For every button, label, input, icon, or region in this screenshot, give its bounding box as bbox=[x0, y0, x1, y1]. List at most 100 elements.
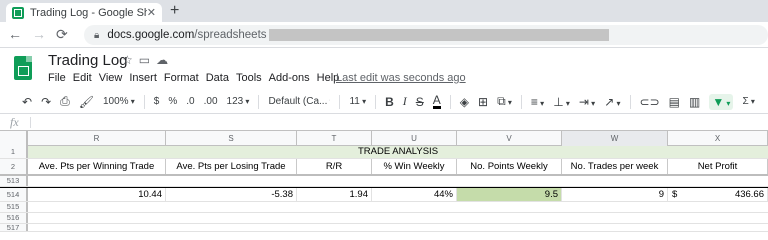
header-cell[interactable]: No. Points Weekly bbox=[457, 159, 562, 174]
divider bbox=[629, 94, 631, 109]
column-header-v[interactable]: V bbox=[457, 131, 562, 146]
column-header-u[interactable]: U bbox=[372, 131, 457, 146]
strikethrough-button[interactable]: S bbox=[416, 95, 424, 109]
cloud-status-icon[interactable]: ☁ bbox=[156, 53, 174, 67]
last-edit-link[interactable]: Last edit was seconds ago bbox=[336, 72, 466, 84]
header-cell[interactable]: R/R bbox=[297, 159, 372, 174]
font-size-select[interactable]: 11 bbox=[349, 96, 366, 107]
more-formats-select[interactable]: 123 bbox=[227, 96, 250, 107]
table-row: 1 TRADE ANALYSIS bbox=[0, 146, 768, 159]
sheets-favicon-icon bbox=[12, 6, 24, 19]
column-header-x[interactable]: X bbox=[668, 131, 768, 146]
menu-addons[interactable]: Add-ons bbox=[269, 72, 310, 84]
column-header-s[interactable]: S bbox=[166, 131, 297, 146]
insert-link-icon[interactable]: ⊂⊃ bbox=[640, 95, 660, 109]
increase-decimal-button[interactable]: .00 bbox=[204, 96, 218, 107]
sheets-logo-icon[interactable] bbox=[14, 56, 32, 80]
redo-icon[interactable]: ↷ bbox=[41, 95, 51, 109]
select-all-corner[interactable] bbox=[0, 131, 28, 146]
menu-edit[interactable]: Edit bbox=[73, 72, 92, 84]
zoom-select[interactable]: 100% bbox=[103, 96, 135, 107]
menu-insert[interactable]: Insert bbox=[129, 72, 157, 84]
undo-icon[interactable]: ↶ bbox=[22, 95, 32, 109]
document-title[interactable]: Trading Log bbox=[48, 52, 128, 69]
header-cell[interactable]: Net Profit bbox=[668, 159, 768, 174]
row-header[interactable]: 515 bbox=[0, 202, 28, 212]
horizontal-align-icon[interactable]: ≡ bbox=[531, 95, 544, 109]
sheets-header: Trading Log ☆▭☁ File Edit View Insert Fo… bbox=[0, 48, 768, 90]
header-cell[interactable]: Ave. Pts per Winning Trade bbox=[28, 159, 166, 174]
menu-format[interactable]: Format bbox=[164, 72, 199, 84]
table-row: 517 bbox=[0, 224, 768, 232]
row-header[interactable]: 513 bbox=[0, 176, 28, 186]
address-bar[interactable]: 🔒︎ docs.google.com /spreadsheets bbox=[84, 25, 768, 45]
fx-icon: fx bbox=[10, 115, 19, 129]
row-header[interactable]: 514 bbox=[0, 188, 28, 201]
redacted-url-block bbox=[268, 29, 609, 41]
divider bbox=[449, 94, 451, 109]
table-row: 513 bbox=[0, 176, 768, 187]
row-header[interactable]: 2 bbox=[0, 159, 28, 174]
divider bbox=[339, 94, 341, 109]
formula-bar[interactable]: fx bbox=[0, 114, 768, 131]
italic-button[interactable]: I bbox=[403, 94, 407, 109]
fill-color-icon[interactable]: ◈ bbox=[460, 95, 469, 109]
divider bbox=[375, 94, 377, 109]
row-header[interactable]: 516 bbox=[0, 213, 28, 223]
filter-icon[interactable]: ▼ bbox=[709, 93, 734, 110]
data-cell[interactable]: 10.44 bbox=[28, 188, 166, 201]
menu-tools[interactable]: Tools bbox=[236, 72, 262, 84]
forward-arrow-icon[interactable]: → bbox=[32, 26, 46, 42]
insert-comment-icon[interactable]: ▤ bbox=[669, 95, 680, 109]
reload-icon[interactable]: ⟳ bbox=[56, 26, 68, 42]
format-percent-button[interactable]: % bbox=[168, 96, 177, 107]
close-tab-icon[interactable]: ✕ bbox=[147, 6, 156, 19]
borders-icon[interactable]: ⊞ bbox=[478, 95, 488, 109]
url-path: /spreadsheets bbox=[194, 29, 267, 41]
column-header-t[interactable]: T bbox=[297, 131, 372, 146]
header-cell[interactable]: % Win Weekly bbox=[372, 159, 457, 174]
toolbar: ↶ ↷ ⎙ 🖌︎ 100% $ % .0 .00 123 Default (Ca… bbox=[0, 90, 768, 114]
data-cell[interactable]: 44% bbox=[372, 188, 457, 201]
browser-tab-strip: Trading Log - Google Sheets ✕ + bbox=[0, 0, 768, 22]
text-color-button[interactable]: A bbox=[432, 94, 441, 109]
net-profit-value: 436.66 bbox=[734, 189, 764, 200]
star-icon[interactable]: ☆ bbox=[122, 53, 139, 67]
vertical-align-icon[interactable]: ⊥ bbox=[553, 95, 570, 109]
functions-button[interactable]: Σ bbox=[742, 96, 754, 107]
paint-format-icon[interactable]: 🖌︎ bbox=[79, 95, 94, 109]
row-header[interactable]: 1 bbox=[0, 146, 28, 158]
net-profit-cell[interactable]: $ 436.66 bbox=[668, 188, 768, 201]
title-actions: ☆▭☁ bbox=[122, 53, 174, 67]
decrease-decimal-button[interactable]: .0 bbox=[186, 96, 194, 107]
data-cell-highlighted[interactable]: 9.5 bbox=[457, 188, 562, 201]
print-icon[interactable]: ⎙ bbox=[60, 94, 70, 109]
data-cell[interactable]: 1.94 bbox=[297, 188, 372, 201]
bold-button[interactable]: B bbox=[385, 95, 394, 109]
menu-bar: File Edit View Insert Format Data Tools … bbox=[48, 72, 346, 84]
format-currency-button[interactable]: $ bbox=[154, 96, 160, 107]
move-folder-icon[interactable]: ▭ bbox=[139, 53, 156, 67]
insert-chart-icon[interactable]: ▥ bbox=[689, 95, 700, 109]
divider bbox=[30, 117, 31, 128]
new-tab-button[interactable]: + bbox=[170, 2, 179, 20]
merge-cells-icon[interactable]: ⧉ bbox=[497, 94, 512, 109]
menu-view[interactable]: View bbox=[99, 72, 123, 84]
text-wrap-icon[interactable]: ⇥ bbox=[579, 95, 595, 109]
text-rotation-icon[interactable]: ↗ bbox=[604, 95, 620, 109]
font-select[interactable]: Default (Ca... bbox=[268, 96, 330, 107]
column-header-w[interactable]: W bbox=[562, 131, 668, 146]
row-header[interactable]: 517 bbox=[0, 224, 28, 232]
column-header-r[interactable]: R bbox=[28, 131, 166, 146]
lock-icon: 🔒︎ bbox=[94, 29, 100, 41]
data-cell[interactable]: -5.38 bbox=[166, 188, 297, 201]
menu-data[interactable]: Data bbox=[206, 72, 229, 84]
header-cell[interactable]: No. Trades per week bbox=[562, 159, 668, 174]
spreadsheet-grid[interactable]: R S T U V W X 1 TRADE ANALYSIS 2 Ave. Pt… bbox=[0, 131, 768, 232]
data-cell[interactable]: 9 bbox=[562, 188, 668, 201]
back-arrow-icon[interactable]: ← bbox=[8, 26, 22, 42]
menu-file[interactable]: File bbox=[48, 72, 66, 84]
header-cell[interactable]: Ave. Pts per Losing Trade bbox=[166, 159, 297, 174]
browser-tab[interactable]: Trading Log - Google Sheets ✕ bbox=[6, 3, 162, 22]
trade-analysis-header[interactable]: TRADE ANALYSIS bbox=[28, 146, 768, 158]
